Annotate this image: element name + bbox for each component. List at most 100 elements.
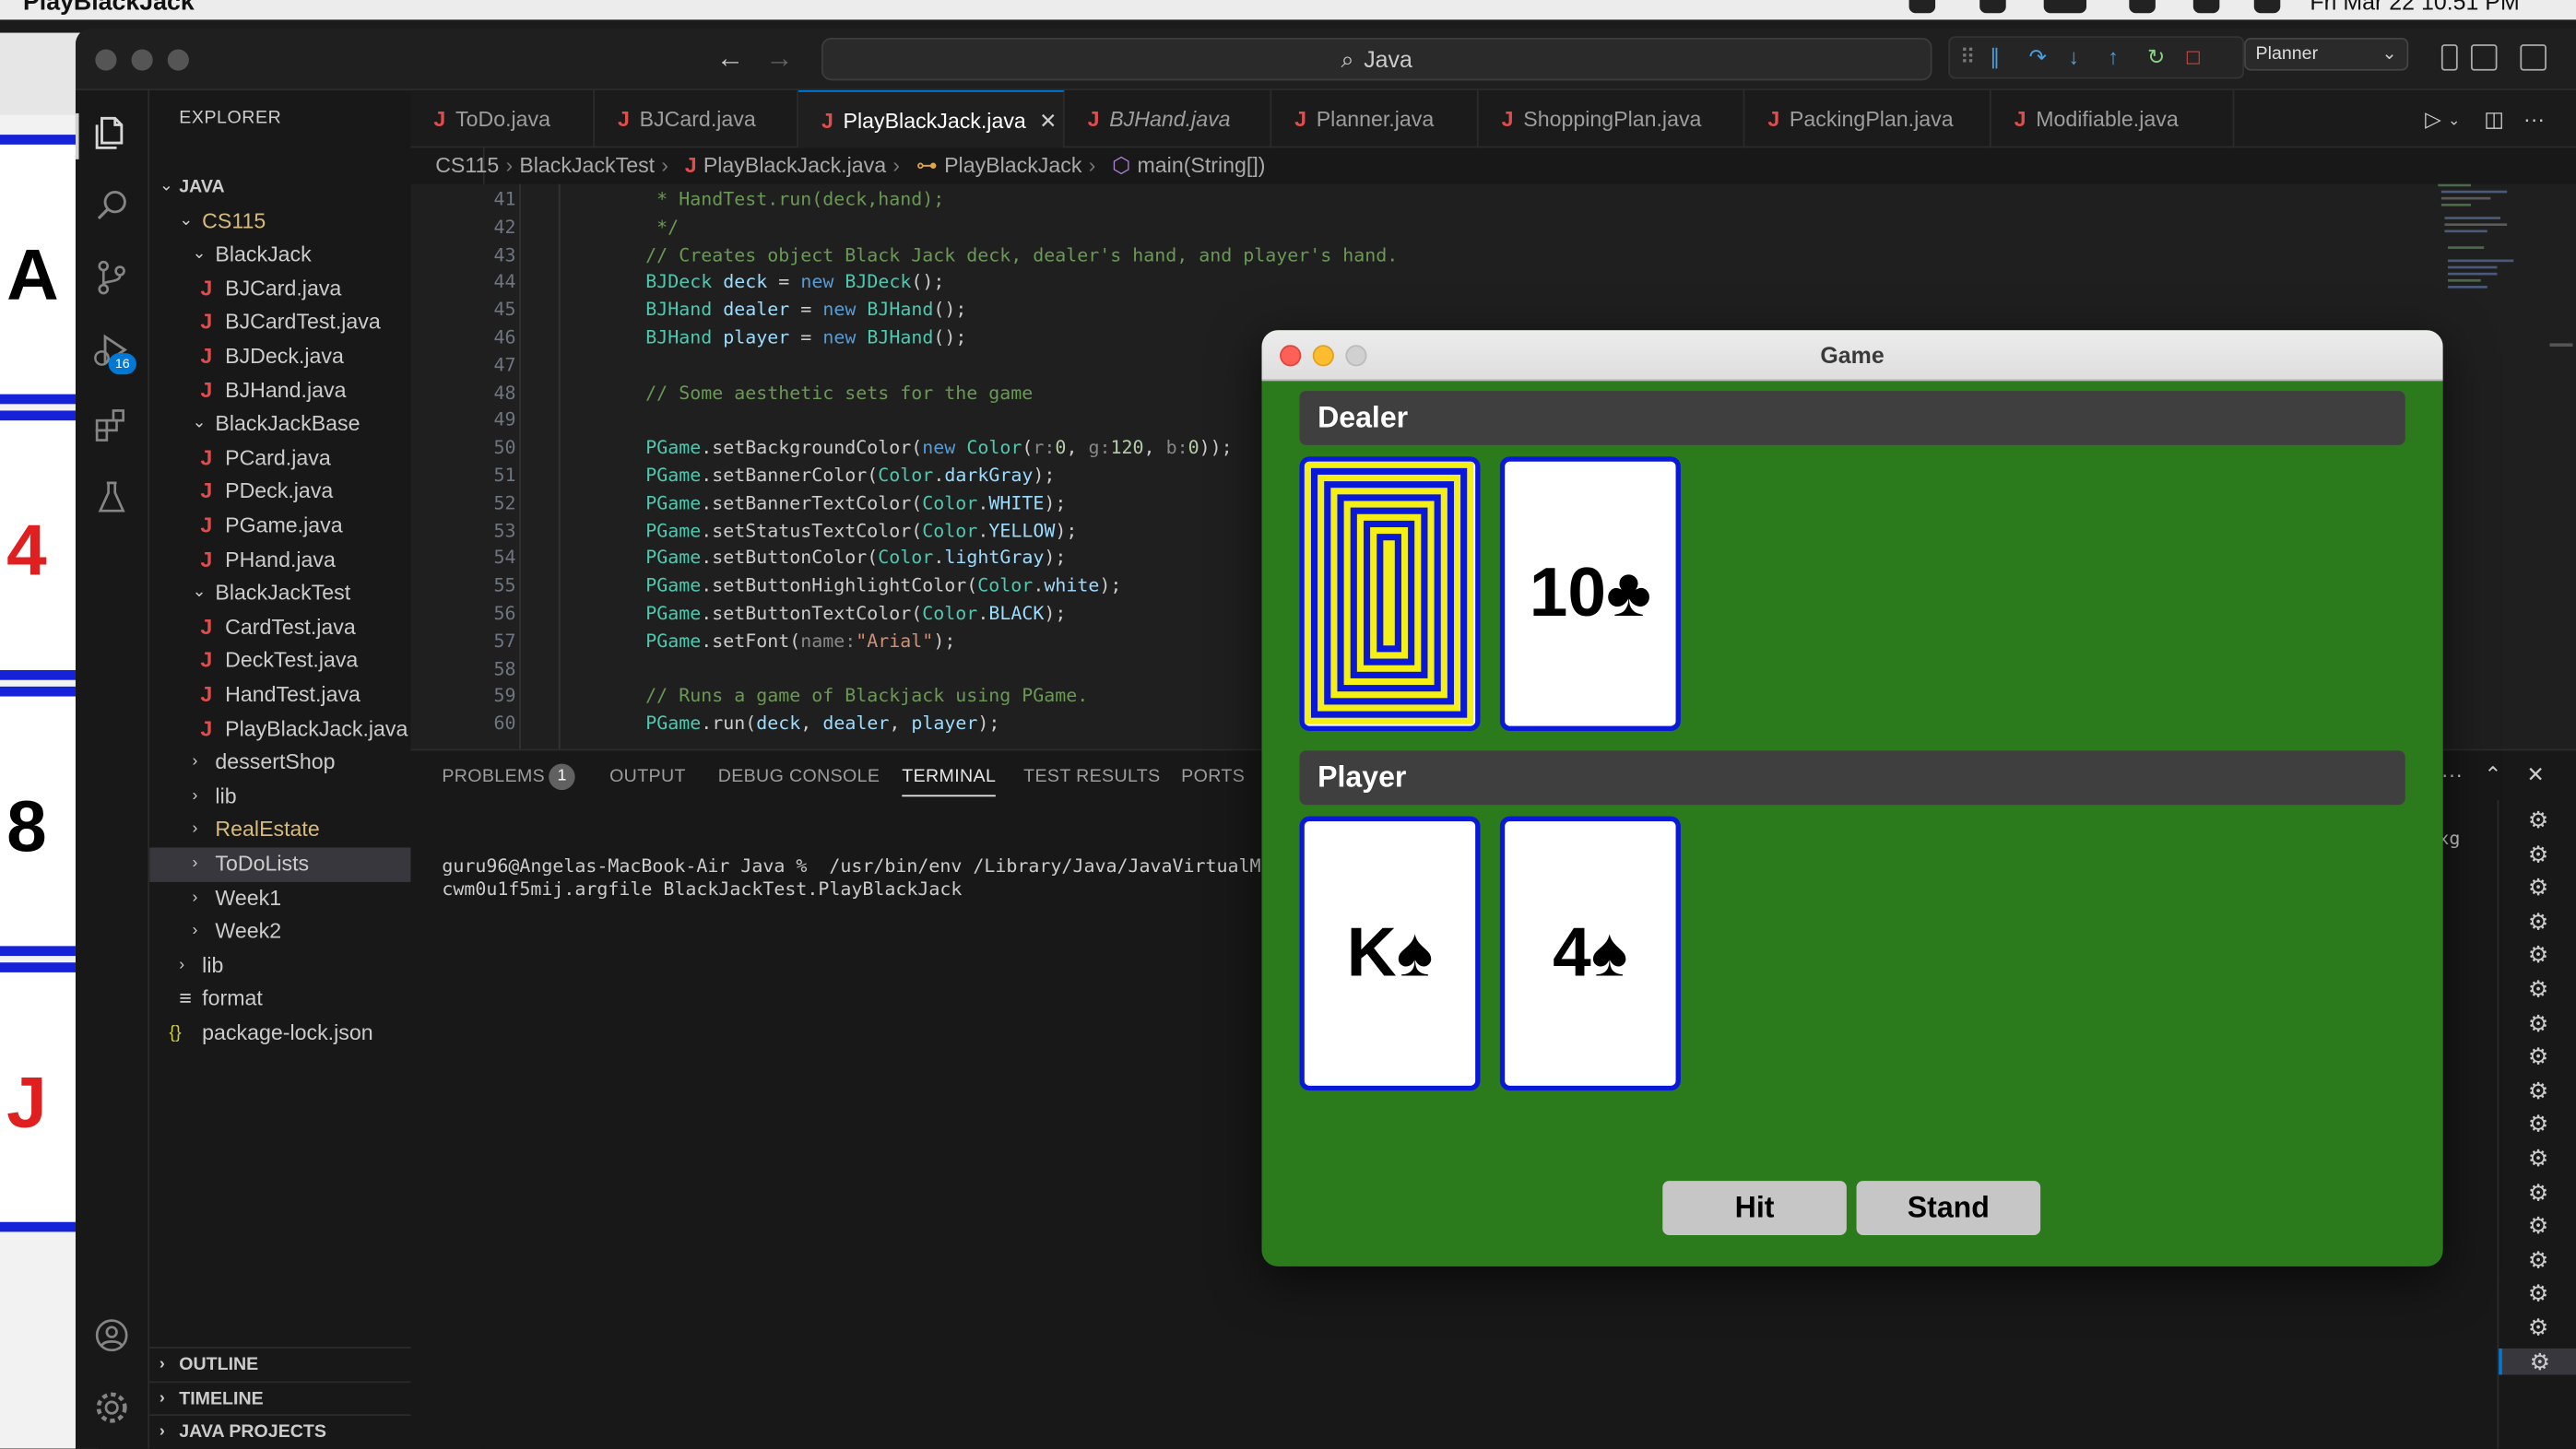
terminal-instance-icon[interactable]: ⚙ xyxy=(2525,1314,2552,1341)
toggle-panel-icon[interactable] xyxy=(2440,44,2458,71)
explorer-icon[interactable] xyxy=(92,113,132,153)
tab-shoppingplan[interactable]: J ShoppingPlan.java xyxy=(1479,90,1745,148)
forward-arrow-icon[interactable]: → xyxy=(765,42,793,76)
gear-icon[interactable] xyxy=(92,1388,132,1428)
tree-item-label: BJHand.java xyxy=(225,377,347,402)
line-number: 44 xyxy=(493,271,516,293)
tab-label: PlayBlackJack.java xyxy=(843,108,1026,134)
stop-icon[interactable]: □ xyxy=(2187,44,2200,69)
moon-icon[interactable] xyxy=(1979,0,2006,14)
tab-problems[interactable]: PROBLEMS xyxy=(442,767,545,786)
tab-bjcard[interactable]: J BJCard.java xyxy=(595,90,799,148)
code-text: // Runs a game of Blackjack using PGame. xyxy=(601,685,1089,707)
more-actions-icon[interactable]: ··· xyxy=(2441,762,2463,787)
minimap[interactable] xyxy=(2435,183,2534,316)
command-center-search[interactable]: ⌕ Java xyxy=(821,37,1932,81)
breadcrumb-item[interactable]: CS115 xyxy=(435,153,499,178)
battery-icon[interactable] xyxy=(2043,0,2087,14)
terminal-line[interactable]: cwm0u1f5mij.argfile BlackJackTest.PlayBl… xyxy=(442,878,962,901)
tab-test-results[interactable]: TEST RESULTS xyxy=(1023,767,1160,786)
terminal-instance-icon[interactable]: ⚙ xyxy=(2525,874,2552,901)
java-file-icon: J xyxy=(200,681,213,707)
tab-debug-console[interactable]: DEBUG CONSOLE xyxy=(718,767,880,786)
minimize-window-button[interactable] xyxy=(131,49,153,71)
app-name[interactable]: PlayBlackJack xyxy=(23,0,195,17)
tab-output[interactable]: OUTPUT xyxy=(609,767,686,786)
editor-scrollbar[interactable] xyxy=(2549,343,2573,347)
hit-button[interactable]: Hit xyxy=(1662,1181,1847,1235)
code-text: // Some aesthetic sets for the game xyxy=(601,382,1034,404)
split-editor-icon[interactable]: ◫ xyxy=(2484,107,2504,134)
tab-ports[interactable]: PORTS xyxy=(1181,767,1245,786)
breadcrumb-item[interactable]: PlayBlackJack.java xyxy=(703,153,886,178)
launch-config-select[interactable]: Planner ⌄ xyxy=(2244,37,2409,71)
timeline-label: TIMELINE xyxy=(179,1389,264,1409)
close-window-button[interactable] xyxy=(95,49,117,71)
chevron-down-icon: ⌄ xyxy=(192,583,207,602)
step-over-icon[interactable]: ↷ xyxy=(2029,44,2047,71)
terminal-instance-icon[interactable]: ⚙ xyxy=(2499,1348,2576,1374)
back-arrow-icon[interactable]: ← xyxy=(716,42,744,76)
customize-layout-icon[interactable] xyxy=(2520,44,2546,71)
terminal-instance-icon[interactable]: ⚙ xyxy=(2525,1145,2552,1172)
game-title: Game xyxy=(1820,341,1885,369)
breadcrumb-item[interactable]: BlackJackTest xyxy=(519,153,655,178)
restart-icon[interactable]: ↻ xyxy=(2147,44,2165,71)
terminal-instance-icon[interactable]: ⚙ xyxy=(2525,942,2552,969)
extensions-icon[interactable] xyxy=(92,406,132,445)
testing-icon[interactable] xyxy=(92,478,132,518)
terminal-instance-icon[interactable]: ⚙ xyxy=(2525,1111,2552,1137)
tab-terminal[interactable]: TERMINAL xyxy=(902,767,997,797)
close-panel-icon[interactable]: ✕ xyxy=(2527,762,2545,789)
terminal-instance-icon[interactable]: ⚙ xyxy=(2525,841,2552,867)
stand-button[interactable]: Stand xyxy=(1856,1181,2041,1235)
terminal-instance-icon[interactable]: ⚙ xyxy=(2525,1179,2552,1206)
source-control-icon[interactable] xyxy=(92,258,132,298)
tab-todo[interactable]: J ToDo.java xyxy=(410,90,596,148)
toggle-secondary-sidebar-icon[interactable] xyxy=(2470,44,2498,71)
wifi-icon[interactable] xyxy=(2129,0,2156,14)
control-center-icon[interactable] xyxy=(2253,0,2281,14)
status-icon[interactable] xyxy=(1908,0,1936,14)
terminal-instance-icon[interactable]: ⚙ xyxy=(2525,1246,2552,1273)
background-card-rank: J xyxy=(6,1062,47,1144)
run-file-icon[interactable]: ▷ xyxy=(2425,107,2441,134)
terminal-instance-icon[interactable]: ⚙ xyxy=(2525,1009,2552,1036)
chevron-right-icon: › xyxy=(159,1422,165,1441)
terminal-instance-icon[interactable]: ⚙ xyxy=(2525,1078,2552,1104)
step-out-icon[interactable]: ↑ xyxy=(2108,44,2119,69)
terminal-instance-icon[interactable]: ⚙ xyxy=(2525,1212,2552,1239)
java-file-icon: J xyxy=(617,106,630,132)
terminal-instance-icon[interactable]: ⚙ xyxy=(2525,1043,2552,1070)
tree-item-label: BJDeck.java xyxy=(225,343,344,369)
spotlight-icon[interactable] xyxy=(2192,0,2220,14)
drag-handle-icon[interactable]: ⠿ xyxy=(1960,44,1976,71)
terminal-instance-icon[interactable]: ⚙ xyxy=(2525,908,2552,935)
breadcrumb-item[interactable]: PlayBlackJack xyxy=(944,153,1081,178)
background-card: 4 xyxy=(0,410,76,680)
java-file-icon: J xyxy=(433,106,446,132)
editor-tabs: J ToDo.java J BJCard.java J PlayBlackJack.j… xyxy=(410,90,2576,148)
more-actions-icon[interactable]: ··· xyxy=(2523,107,2545,132)
close-icon[interactable]: ✕ xyxy=(1039,109,1057,134)
terminal-instance-icon[interactable]: ⚙ xyxy=(2525,975,2552,1002)
tab-playblackjack[interactable]: J PlayBlackJack.java ✕ xyxy=(798,90,1065,148)
account-icon[interactable] xyxy=(92,1315,132,1355)
tab-bjhand[interactable]: J BJHand.java xyxy=(1065,90,1272,148)
menu-clock[interactable]: Fri Mar 22 10:51 PM xyxy=(2310,0,2519,15)
tab-modifiable[interactable]: J Modifiable.java xyxy=(1991,90,2235,148)
terminal-instance-icon[interactable]: ⚙ xyxy=(2525,1280,2552,1307)
maximize-panel-icon[interactable]: ⌃ xyxy=(2484,762,2501,789)
tab-packingplan[interactable]: J PackingPlan.java xyxy=(1744,90,1991,148)
line-number: 60 xyxy=(493,713,516,735)
game-titlebar[interactable]: Game xyxy=(1261,330,2443,382)
tab-planner[interactable]: J Planner.java xyxy=(1271,90,1479,148)
search-icon[interactable] xyxy=(92,185,132,225)
terminal-instance-icon[interactable]: ⚙ xyxy=(2525,807,2552,833)
pause-icon[interactable]: ∥ xyxy=(1990,44,2001,71)
step-into-icon[interactable]: ↓ xyxy=(2068,44,2079,69)
chevron-down-icon[interactable]: ⌄ xyxy=(2448,112,2460,130)
breadcrumb-item[interactable]: main(String[]) xyxy=(1137,153,1265,178)
zoom-window-button[interactable] xyxy=(167,49,189,71)
terminal-line[interactable]: guru96@Angelas-MacBook-Air Java % /usr/b… xyxy=(442,855,1260,878)
